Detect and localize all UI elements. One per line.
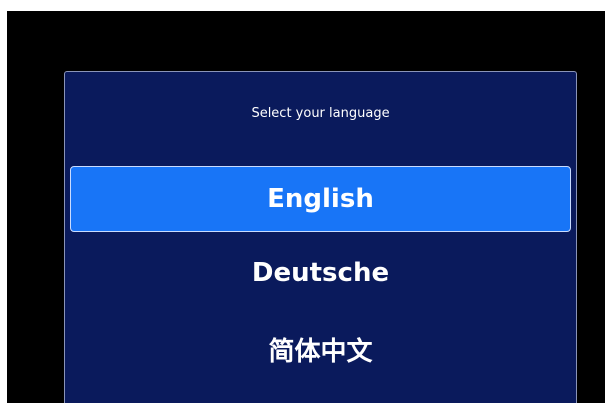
language-option-english[interactable]: English — [70, 166, 571, 232]
language-option-label: Deutsche — [251, 258, 390, 288]
language-option-label: English — [267, 184, 374, 214]
language-prompt: Select your language — [251, 106, 390, 121]
screen: Select your language English Deutsche 简体… — [7, 11, 605, 403]
language-option-label: 简体中文 — [268, 336, 373, 367]
language-dialog: Select your language English Deutsche 简体… — [64, 71, 577, 403]
language-option-chinese[interactable]: 简体中文 — [70, 316, 571, 382]
language-option-deutsche[interactable]: Deutsche — [70, 240, 571, 306]
